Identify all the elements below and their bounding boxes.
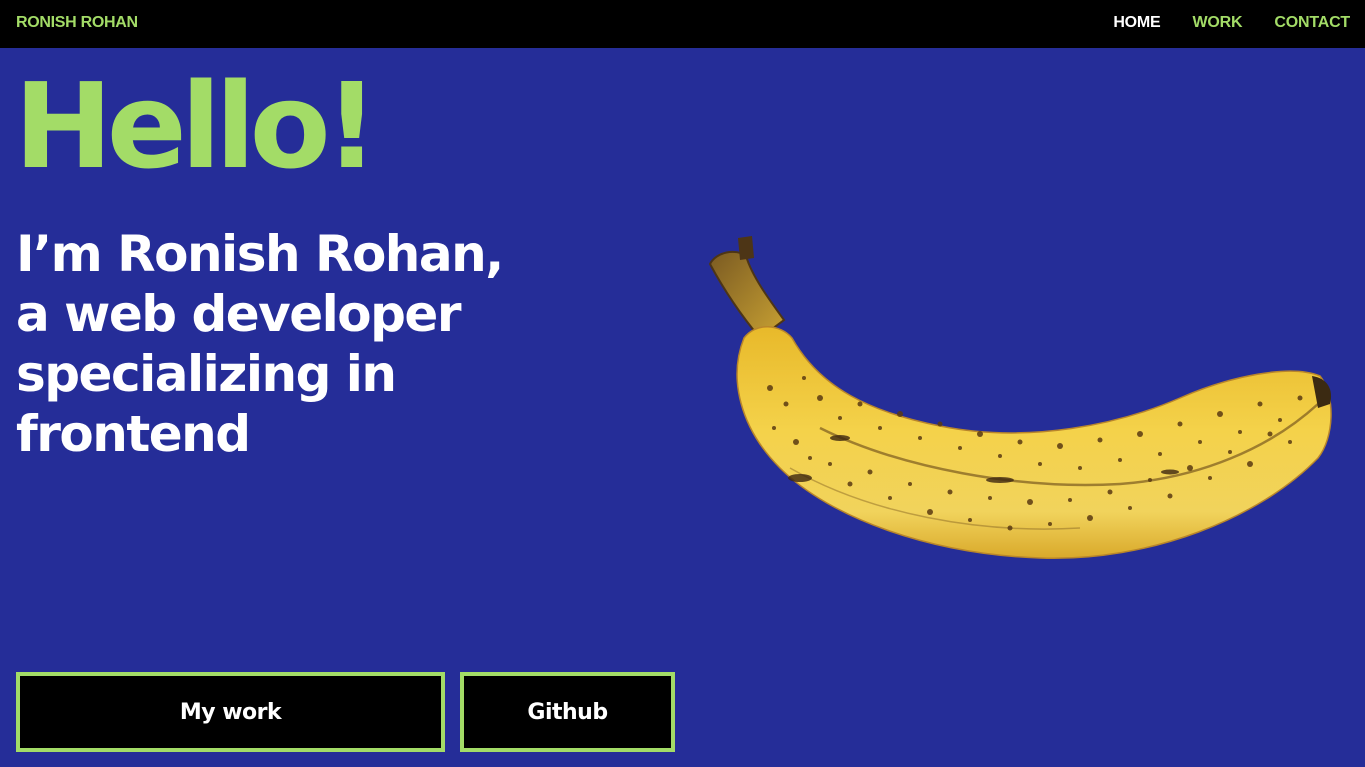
hero-greeting: Hello! [14, 57, 379, 195]
intro-line-4: frontend [16, 405, 251, 463]
banana-image [708, 236, 1332, 559]
intro-line-2: a web developer [16, 285, 462, 343]
nav-link-contact[interactable]: CONTACT [1274, 14, 1350, 32]
top-navbar: RONISH ROHAN HOME WORK CONTACT [0, 0, 1365, 48]
github-button[interactable]: Github [460, 672, 675, 752]
intro-line-1: I’m Ronish Rohan, [16, 225, 504, 283]
hero-intro: I’m Ronish Rohan, a web developer specia… [16, 224, 504, 464]
nav-links: HOME WORK CONTACT [1113, 14, 1350, 32]
brand-logo-link[interactable]: RONISH ROHAN [16, 14, 138, 32]
nav-link-home[interactable]: HOME [1113, 14, 1160, 32]
nav-link-work[interactable]: WORK [1193, 14, 1243, 32]
intro-line-3: specializing in [16, 345, 397, 403]
my-work-button[interactable]: My work [16, 672, 445, 752]
